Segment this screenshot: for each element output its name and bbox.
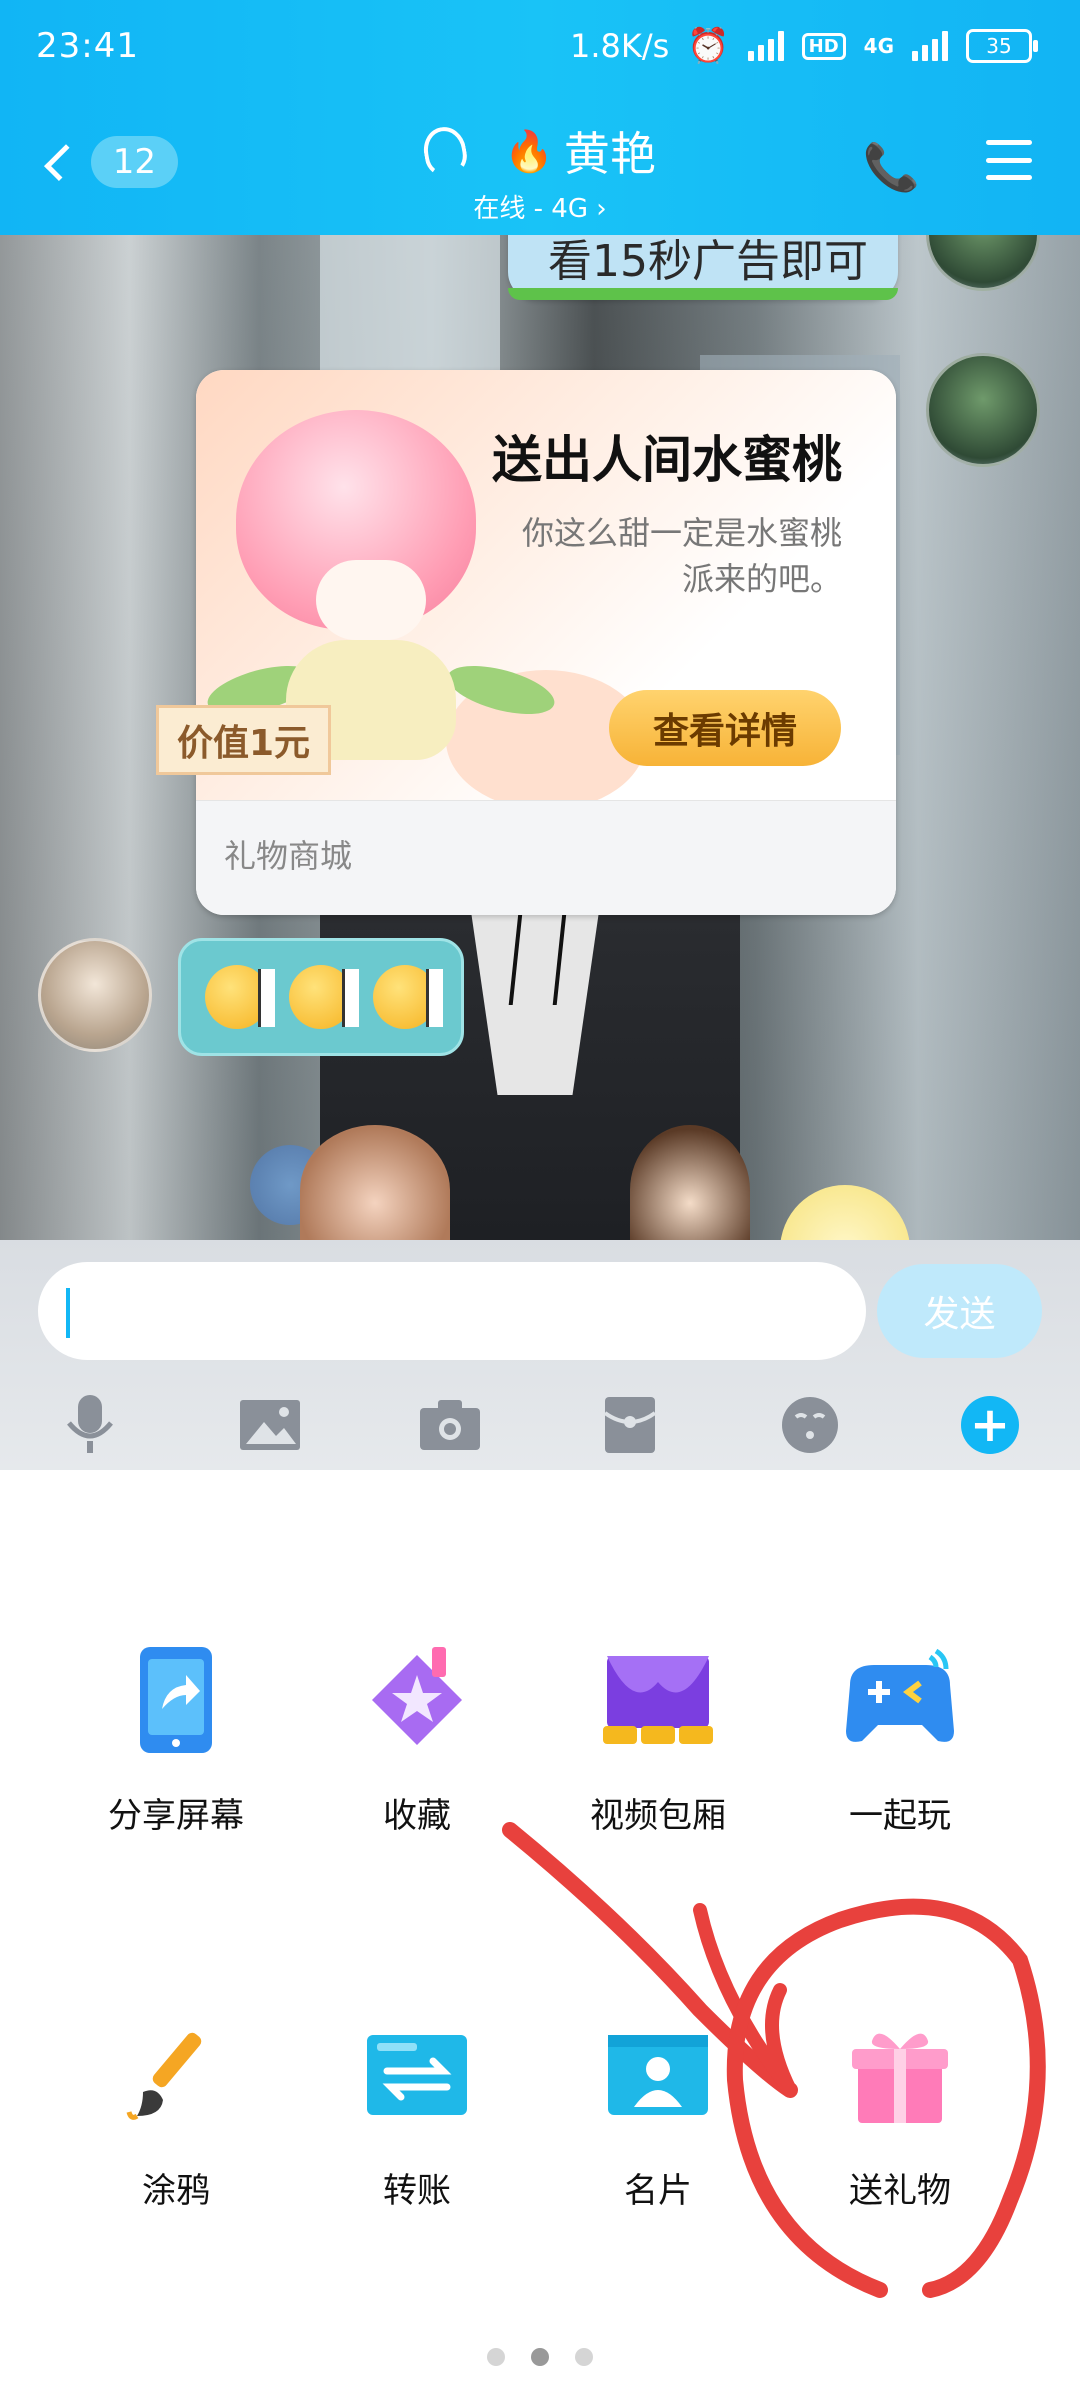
microphone-icon[interactable]: [55, 1390, 125, 1460]
text-caret: [66, 1288, 70, 1338]
avatar[interactable]: [926, 353, 1040, 467]
doodle-button[interactable]: 涂鸦: [56, 2015, 296, 2212]
smirk-emoji-icon: [205, 965, 275, 1029]
input-toolbar: +: [0, 1380, 1080, 1470]
smirk-emoji-icon: [289, 965, 359, 1029]
status-time: 23:41: [36, 26, 139, 66]
hd-badge: HD: [801, 32, 846, 60]
price-tag: 价值1元: [156, 705, 332, 775]
gift-description: 你这么甜一定是水蜜桃派来的吧。: [521, 514, 842, 598]
favorites-button[interactable]: 收藏: [297, 1640, 537, 1837]
smirk-emoji-icon: [373, 965, 443, 1029]
contact-name: 黄艳: [563, 127, 656, 181]
emoji-icon[interactable]: [775, 1390, 845, 1460]
emoji-message-bubble[interactable]: [178, 938, 464, 1056]
gift-shop-label: 礼物商城: [224, 837, 353, 875]
signal-icon: [747, 31, 784, 61]
chat-header: 23:41 1.8K/s ⏰ HD 4G 35 12 🔥 黄艳 在线 - 4G …: [0, 0, 1080, 235]
transfer-icon: [357, 2015, 477, 2135]
share-screen-button[interactable]: 分享屏幕: [56, 1640, 296, 1837]
share-screen-label: 分享屏幕: [108, 1796, 244, 1836]
net-speed: 1.8K/s: [569, 27, 670, 65]
plus-icon[interactable]: +: [955, 1390, 1025, 1460]
avatar[interactable]: [926, 235, 1040, 291]
ear-icon: [420, 123, 470, 179]
network-type: 4G: [863, 34, 894, 58]
chat-area[interactable]: 看15秒广告即可 送出人间水蜜桃 你这么甜一定是水蜜桃派来的吧。 查看详情 礼物…: [0, 235, 1080, 1240]
gift-title: 送出人间水蜜桃: [492, 431, 842, 489]
peach-character-face: [316, 560, 426, 640]
alarm-icon: ⏰: [687, 26, 730, 66]
message-input[interactable]: [38, 1262, 866, 1360]
phone-icon[interactable]: 📞: [863, 140, 920, 195]
page-dot[interactable]: [575, 2348, 593, 2366]
view-details-button[interactable]: 查看详情: [609, 690, 841, 766]
image-icon[interactable]: [235, 1390, 305, 1460]
camera-icon[interactable]: [415, 1390, 485, 1460]
gift-card[interactable]: 送出人间水蜜桃 你这么甜一定是水蜜桃派来的吧。 查看详情 礼物商城: [196, 370, 896, 915]
send-button[interactable]: 发送: [877, 1264, 1042, 1358]
red-packet-icon[interactable]: [595, 1390, 665, 1460]
contact-status: 在线 - 4G: [473, 194, 588, 224]
page-dot-active[interactable]: [531, 2348, 549, 2366]
status-bar-right: 1.8K/s ⏰ HD 4G 35: [569, 26, 1038, 66]
play-together-icon: [840, 1640, 960, 1760]
previous-message-text: 看15秒广告即可: [548, 236, 868, 287]
input-area: 发送 +: [0, 1240, 1080, 1470]
previous-message-bubble[interactable]: 看15秒广告即可: [508, 235, 898, 300]
doodle-label: 涂鸦: [142, 2171, 210, 2211]
video-room-label: 视频包厢: [590, 1796, 726, 1836]
function-panel: 分享屏幕 收藏 视频包厢 一起玩 涂鸦 转账 名片 送礼物: [0, 1470, 1080, 2400]
avatar[interactable]: [38, 938, 152, 1052]
transfer-label: 转账: [383, 2171, 451, 2211]
doodle-brush-icon: [116, 2015, 236, 2135]
transfer-button[interactable]: 转账: [297, 2015, 537, 2212]
battery-icon: 35: [966, 29, 1038, 63]
play-together-button[interactable]: 一起玩: [780, 1640, 1020, 1837]
battery-level: 35: [986, 34, 1012, 58]
signal-icon-2: [912, 31, 948, 61]
business-card-label: 名片: [624, 2171, 692, 2211]
menu-icon[interactable]: [986, 140, 1032, 180]
gift-icon: [840, 2015, 960, 2135]
gift-card-footer[interactable]: 礼物商城: [196, 800, 896, 915]
chevron-right-icon: ›: [596, 194, 607, 224]
send-gift-label: 送礼物: [849, 2171, 951, 2211]
moon-decoration: [780, 1185, 910, 1240]
favorites-icon: [357, 1640, 477, 1760]
business-card-icon: [598, 2015, 718, 2135]
bubble-grass-decoration: [508, 288, 898, 300]
page-dot[interactable]: [487, 2348, 505, 2366]
flame-icon: 🔥: [504, 128, 554, 175]
page-indicator: [0, 2348, 1080, 2366]
play-together-label: 一起玩: [849, 1796, 951, 1836]
favorites-label: 收藏: [383, 1796, 451, 1836]
send-gift-button[interactable]: 送礼物: [780, 2015, 1020, 2212]
video-room-button[interactable]: 视频包厢: [538, 1640, 778, 1837]
video-room-icon: [598, 1640, 718, 1760]
share-screen-icon: [116, 1640, 236, 1760]
business-card-button[interactable]: 名片: [538, 2015, 778, 2212]
